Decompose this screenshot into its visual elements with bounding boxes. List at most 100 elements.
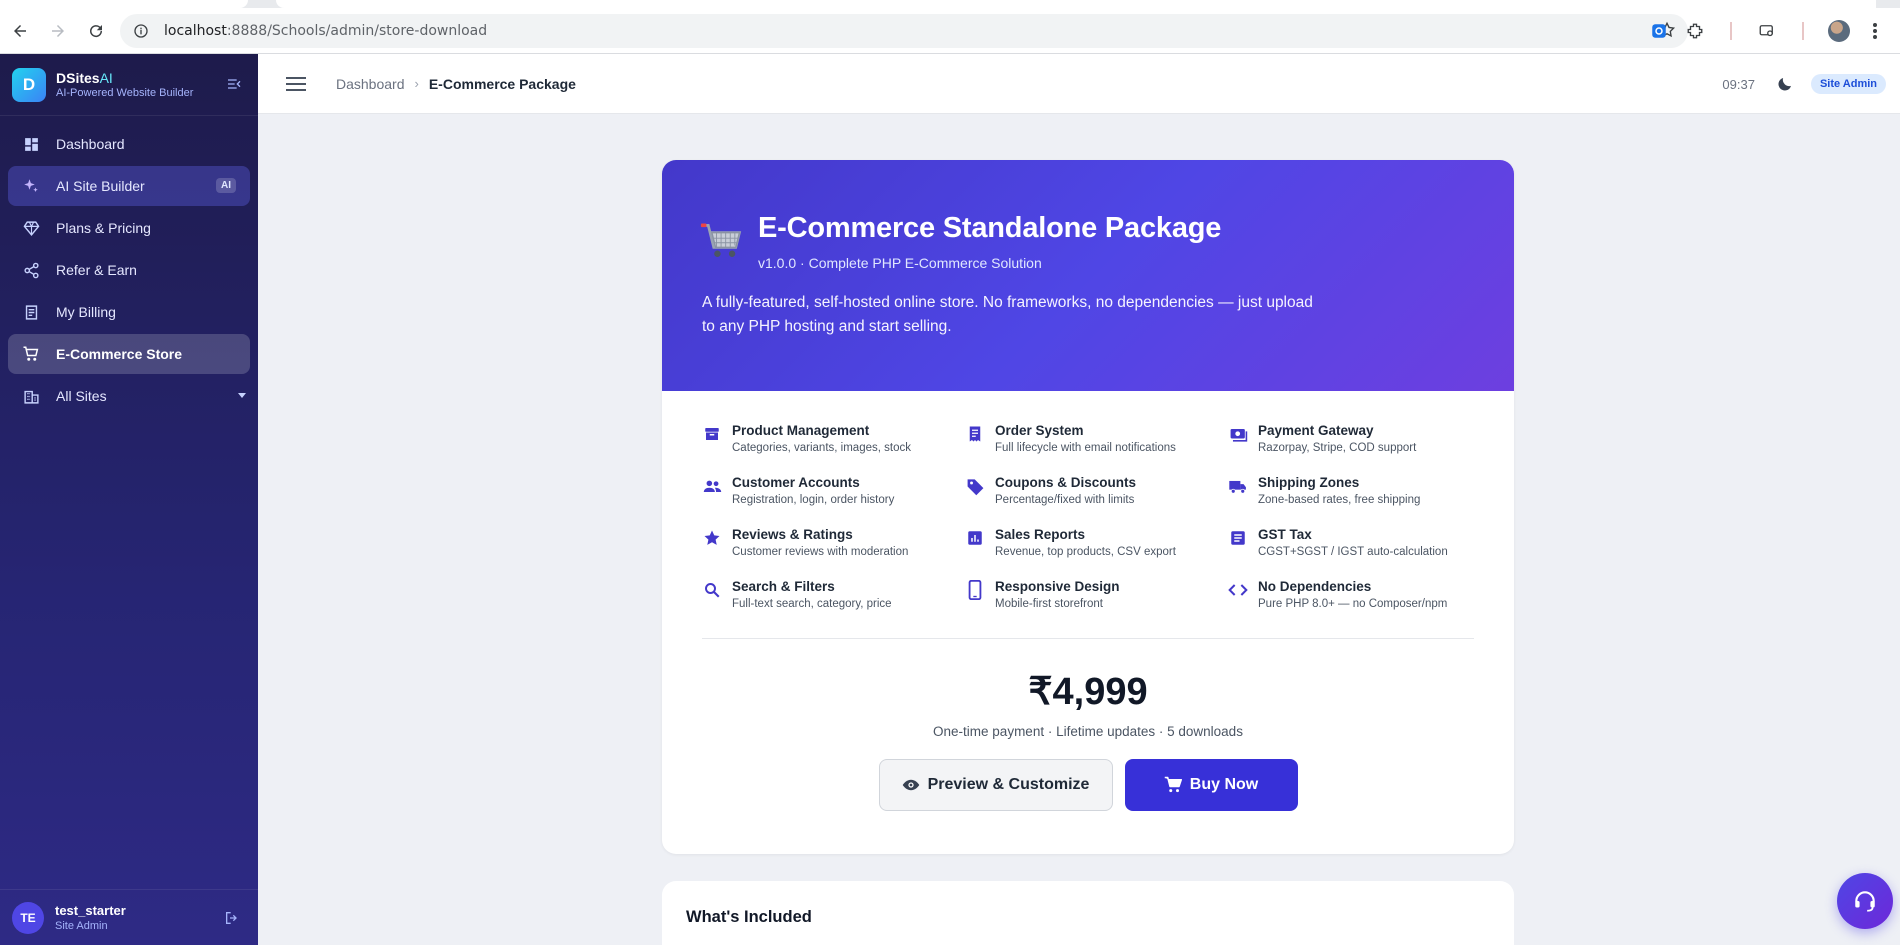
cart-icon	[22, 345, 40, 363]
package-card: E-Commerce Standalone Package v1.0.0 · C…	[662, 160, 1514, 854]
feature-item: Shipping Zones Zone-based rates, free shi…	[1228, 475, 1491, 512]
breadcrumb-current: E-Commerce Package	[428, 75, 576, 92]
feature-title: Customer Accounts	[732, 475, 860, 490]
sidebar-item-label: Dashboard	[56, 136, 125, 152]
feature-description: Registration, login, order history	[732, 494, 895, 506]
package-description: A fully-featured, self-hosted online sto…	[702, 294, 1313, 335]
clock: 09:37	[1722, 76, 1755, 92]
feature-item: Sales Reports Revenue, top products, CSV …	[965, 527, 1228, 564]
feature-item: Payment Gateway Razorpay, Stripe, COD sup…	[1228, 423, 1491, 460]
package-hero: E-Commerce Standalone Package v1.0.0 · C…	[662, 160, 1514, 391]
sidebar-item-all-sites[interactable]: All Sites	[8, 376, 250, 416]
site-info-icon[interactable]	[132, 22, 150, 40]
feature-title: Product Management	[732, 423, 870, 438]
share-icon	[22, 261, 40, 279]
arrow-right-icon	[52, 24, 64, 37]
sidebar-item-plans-pricing[interactable]: Plans & Pricing	[8, 208, 250, 248]
receipt-icon	[965, 424, 985, 444]
browser-tab-strip	[0, 0, 1900, 8]
kebab-menu-icon[interactable]	[1864, 20, 1886, 42]
action-buttons: Preview & Customize Buy Now	[662, 759, 1514, 811]
address-bar[interactable]: localhost:8888/Schools/admin/store-downl…	[120, 14, 1688, 48]
feature-description: Mobile-first storefront	[995, 598, 1104, 610]
brand-subtitle: AI-Powered Website Builder	[56, 87, 194, 99]
people-icon	[702, 476, 722, 496]
browser-tab[interactable]	[0, 0, 248, 8]
brand-logo[interactable]: D	[12, 67, 46, 102]
back-button[interactable]	[2, 13, 38, 49]
headset-icon	[1855, 891, 1875, 912]
user-profile[interactable]: TE test_starter Site Admin	[0, 889, 258, 945]
puzzle-icon[interactable]	[1684, 20, 1706, 42]
sidebar-item-refer-earn[interactable]: Refer & Earn	[8, 250, 250, 290]
buy-button-label: Buy Now	[1189, 776, 1259, 793]
breadcrumb-separator: ›	[414, 76, 419, 91]
feature-title: GST Tax	[1258, 527, 1312, 542]
avatar: TE	[12, 901, 44, 934]
tag-icon	[965, 476, 985, 496]
user-role: Site Admin	[55, 920, 108, 932]
preview-customize-button[interactable]: Preview & Customize	[878, 759, 1113, 811]
dark-mode-toggle-icon[interactable]	[1775, 74, 1795, 94]
package-price: ₹4,999	[1028, 671, 1148, 713]
sidebar-item-dashboard[interactable]: Dashboard	[8, 124, 250, 164]
support-chat-button[interactable]	[1837, 873, 1893, 929]
feature-description: Zone-based rates, free shipping	[1258, 494, 1421, 506]
feature-title: Responsive Design	[995, 579, 1120, 594]
browser-toolbar: localhost:8888/Schools/admin/store-downl…	[0, 8, 1900, 54]
divider	[702, 638, 1474, 639]
reload-button[interactable]	[78, 13, 114, 49]
star-icon	[702, 528, 722, 548]
whats-included-card: What's Included	[662, 881, 1514, 945]
sidebar-item-my-billing[interactable]: My Billing	[8, 292, 250, 332]
building-icon	[22, 387, 40, 405]
brand-name: DSitesAI	[56, 70, 113, 86]
profile-avatar-icon[interactable]	[1828, 20, 1850, 42]
browser-tab[interactable]	[276, 0, 1876, 8]
collapse-sidebar-icon[interactable]	[226, 76, 242, 97]
forward-button[interactable]	[40, 13, 76, 49]
logout-icon[interactable]	[224, 910, 240, 931]
feature-item: GST Tax CGST+SGST / IGST auto-calculation	[1228, 527, 1491, 564]
feature-description: Categories, variants, images, stock	[732, 442, 911, 454]
extension-icon[interactable]	[1648, 20, 1670, 42]
feature-description: Customer reviews with moderation	[732, 546, 909, 558]
code-icon	[1228, 580, 1248, 600]
feature-title: No Dependencies	[1258, 579, 1372, 594]
feature-description: Full lifecycle with email notifications	[995, 442, 1176, 454]
ai-badge: AI	[216, 178, 236, 193]
sidebar-item-label: Plans & Pricing	[56, 220, 151, 236]
feature-item: Reviews & Ratings Customer reviews with m…	[702, 527, 965, 564]
feature-item: Coupons & Discounts Percentage/fixed with…	[965, 475, 1228, 512]
divider-icon	[1792, 20, 1814, 42]
search-icon	[702, 580, 722, 600]
diamond-icon	[22, 219, 40, 237]
brand: D DSitesAI AI-Powered Website Builder	[0, 54, 258, 116]
topbar: Dashboard › E-Commerce Package 09:37 Sit…	[258, 54, 1900, 114]
features-grid: Product Management Categories, variants, …	[662, 391, 1514, 616]
breadcrumb: Dashboard › E-Commerce Package	[336, 76, 576, 92]
eye-icon	[902, 776, 920, 794]
feature-title: Search & Filters	[732, 579, 835, 594]
sidebar-item-ai-site-builder[interactable]: AI Site Builder AI	[8, 166, 250, 206]
sidebar-item-ecommerce-store[interactable]: E-Commerce Store	[8, 334, 250, 374]
feature-description: Razorpay, Stripe, COD support	[1258, 442, 1417, 454]
role-badge: Site Admin	[1810, 74, 1886, 94]
feature-item: No Dependencies Pure PHP 8.0+ — no Compos…	[1228, 579, 1491, 616]
feature-item: Search & Filters Full-text search, catego…	[702, 579, 965, 616]
receipt-icon	[22, 303, 40, 321]
feature-description: Revenue, top products, CSV export	[995, 546, 1176, 558]
breadcrumb-dashboard-link[interactable]: Dashboard	[336, 76, 405, 92]
user-name: test_starter	[55, 903, 126, 918]
feature-title: Shipping Zones	[1258, 475, 1360, 490]
media-search-icon[interactable]	[1756, 20, 1778, 42]
chart-icon	[965, 528, 985, 548]
hamburger-menu-icon[interactable]	[286, 74, 306, 94]
sidebar-item-label: All Sites	[56, 388, 107, 404]
sidebar-item-label: AI Site Builder	[56, 178, 145, 194]
chevron-down-icon[interactable]	[238, 393, 246, 398]
divider-icon	[1720, 20, 1742, 42]
phone-icon	[965, 580, 985, 600]
buy-now-button[interactable]: Buy Now	[1124, 759, 1298, 811]
feature-description: Percentage/fixed with limits	[995, 494, 1135, 506]
